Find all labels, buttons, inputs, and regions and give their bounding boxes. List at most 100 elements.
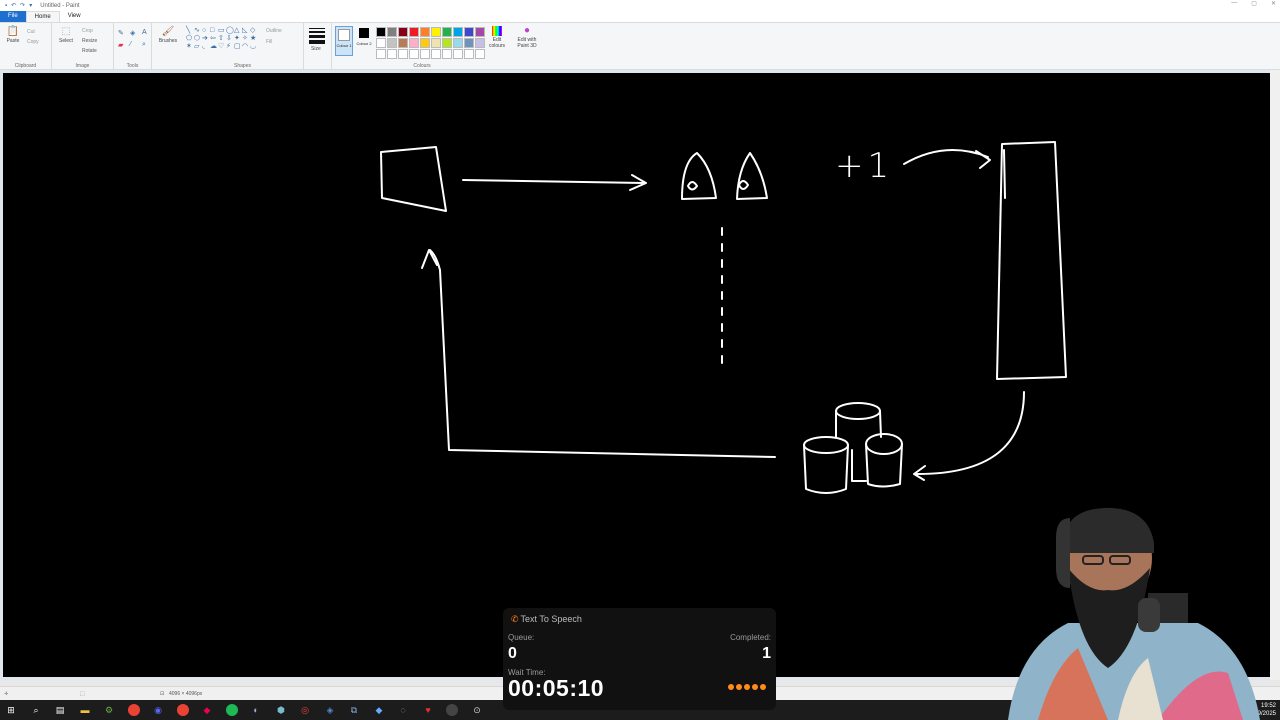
- completed-value: 1: [762, 645, 771, 662]
- discord-icon[interactable]: ◉: [152, 704, 164, 716]
- colour-swatch[interactable]: [453, 49, 463, 59]
- progress-dots: [728, 684, 766, 690]
- colour-swatch[interactable]: [398, 38, 408, 48]
- queue-value: 0: [508, 645, 517, 662]
- app-icon-9[interactable]: ⊙: [471, 704, 483, 716]
- magnifier-icon[interactable]: ⌕: [142, 41, 146, 49]
- colours-group: Colour 1 Colour 2 Edit colours Colours: [332, 23, 512, 70]
- app-icon-8[interactable]: ◌: [397, 704, 409, 716]
- app-icon-6[interactable]: ⧉: [348, 704, 360, 716]
- cursor-position-icon: ✛: [4, 691, 9, 697]
- shapes-group: ╲ ∿ ○ □ ▭ ◯ △ ◺ ◇ ⬠ ⬡ ➔ ⇦ ⇧ ⇩ ✦ ✧ ★ ✶ ▱ ◟ ☁ ♡ ⚡ ▢ ◠ ◡ Outline Fi…: [182, 23, 304, 70]
- title-bar: ▪ ↶ ↷ ▾ Untitled - Paint — ▢ ✕: [0, 0, 1280, 11]
- colour-swatch[interactable]: [475, 49, 485, 59]
- task-view-icon[interactable]: ▤: [54, 704, 66, 716]
- spotify-icon[interactable]: [226, 704, 238, 716]
- select-button[interactable]: ⬚ Select: [56, 27, 76, 45]
- colour-swatch[interactable]: [464, 38, 474, 48]
- colour-swatch[interactable]: [398, 27, 408, 37]
- colour-swatch[interactable]: [376, 49, 386, 59]
- colour-swatch[interactable]: [442, 38, 452, 48]
- colour-swatch[interactable]: [431, 27, 441, 37]
- tab-view[interactable]: View: [60, 11, 89, 22]
- shapes-gallery[interactable]: ╲ ∿ ○ □ ▭ ◯ △ ◺ ◇ ⬠ ⬡ ➔ ⇦ ⇧ ⇩ ✦ ✧ ★ ✶ ▱ ◟ ☁ ♡ ⚡ ▢ ◠ ◡: [186, 27, 262, 51]
- edit-paint3d-button[interactable]: ● Edit with Paint 3D: [513, 26, 541, 50]
- customize-qa-icon[interactable]: ▾: [29, 2, 32, 9]
- color-picker-icon[interactable]: ⁄: [130, 41, 131, 48]
- return-curve-sketch: [913, 391, 1025, 481]
- colour-swatch[interactable]: [409, 49, 419, 59]
- app-icon-4[interactable]: ◎: [299, 704, 311, 716]
- colour-swatch[interactable]: [453, 27, 463, 37]
- eraser-icon[interactable]: ▰: [118, 41, 123, 49]
- crop-button[interactable]: Crop: [82, 28, 93, 34]
- colour-swatch[interactable]: [387, 27, 397, 37]
- colour-palette[interactable]: [376, 27, 485, 59]
- cut-button[interactable]: Cut: [27, 29, 35, 35]
- first-rocket-sketch: [681, 152, 717, 200]
- paste-button[interactable]: 📋 Paste: [4, 27, 22, 45]
- tab-file[interactable]: File: [0, 11, 26, 22]
- shapes-group-label: Shapes: [234, 63, 251, 69]
- colour2-button[interactable]: Colour 2: [356, 28, 372, 46]
- maximize-button[interactable]: ▢: [1251, 0, 1257, 7]
- search-icon[interactable]: ⌕: [30, 704, 42, 716]
- colour-swatch[interactable]: [420, 49, 430, 59]
- colour-swatch[interactable]: [409, 38, 419, 48]
- colour-swatch[interactable]: [387, 38, 397, 48]
- save-icon[interactable]: ▪: [5, 3, 7, 9]
- windows-start-icon[interactable]: ⊞: [5, 704, 17, 716]
- selection-size-icon: ⬚: [80, 691, 85, 697]
- paste-label: Paste: [6, 38, 20, 44]
- text-icon[interactable]: A: [142, 29, 147, 36]
- fill-icon[interactable]: ◈: [130, 29, 135, 37]
- size-group[interactable]: Size: [304, 23, 332, 70]
- colour-swatch[interactable]: [420, 27, 430, 37]
- size-label: Size: [311, 46, 321, 52]
- chrome-icon[interactable]: [128, 704, 140, 716]
- app-icon-2[interactable]: ◆: [201, 704, 213, 716]
- completed-label: Completed:: [730, 633, 771, 642]
- tab-home[interactable]: Home: [25, 11, 60, 22]
- colour-swatch[interactable]: [387, 49, 397, 59]
- colour-swatch[interactable]: [442, 27, 452, 37]
- colour-swatch[interactable]: [464, 49, 474, 59]
- app-icon-3[interactable]: ⬢: [275, 704, 287, 716]
- colour-swatch[interactable]: [420, 38, 430, 48]
- brushes-button[interactable]: 🖌 Brushes: [156, 26, 180, 45]
- copy-button[interactable]: Copy: [27, 39, 39, 45]
- paint-app-icon[interactable]: ♥: [422, 704, 434, 716]
- pencil-icon[interactable]: ✎: [118, 29, 124, 37]
- brush-icon: 🖌: [161, 26, 175, 37]
- close-button[interactable]: ✕: [1271, 0, 1276, 7]
- colour-swatch[interactable]: [442, 49, 452, 59]
- colour-swatch[interactable]: [376, 38, 386, 48]
- colour-swatch[interactable]: [398, 49, 408, 59]
- fill-dropdown[interactable]: Fill: [266, 39, 272, 45]
- app-icon-5[interactable]: ◈: [324, 704, 336, 716]
- undo-icon[interactable]: ↶: [11, 2, 16, 9]
- tts-widget: ✆ Text To Speech Queue: 0 Completed: 1 Wa…: [503, 608, 776, 710]
- colour-swatch[interactable]: [409, 27, 419, 37]
- colour-wheel-icon: [492, 26, 502, 36]
- minimize-button[interactable]: —: [1231, 0, 1237, 7]
- redo-icon[interactable]: ↷: [20, 2, 25, 9]
- app-icon-7[interactable]: ◆: [373, 704, 385, 716]
- colour1-button[interactable]: Colour 1: [335, 26, 353, 56]
- resize-button[interactable]: Resize: [82, 38, 97, 44]
- edit-colours-button[interactable]: Edit colours: [484, 26, 510, 49]
- chrome-icon-3[interactable]: [446, 704, 458, 716]
- colour-swatch[interactable]: [464, 27, 474, 37]
- app-icon-1[interactable]: ⚙: [103, 704, 115, 716]
- colour-swatch[interactable]: [376, 27, 386, 37]
- colour-swatch[interactable]: [431, 49, 441, 59]
- colour-swatch[interactable]: [431, 38, 441, 48]
- rotate-button[interactable]: Rotate: [82, 48, 97, 54]
- colour-swatch[interactable]: [453, 38, 463, 48]
- window-title: Untitled - Paint: [40, 2, 80, 9]
- chrome-icon-2[interactable]: [177, 704, 189, 716]
- steam-icon[interactable]: ◐: [250, 704, 262, 716]
- file-explorer-icon[interactable]: ▬: [79, 704, 91, 716]
- outline-dropdown[interactable]: Outline: [266, 28, 282, 34]
- tools-group-label: Tools: [126, 63, 139, 69]
